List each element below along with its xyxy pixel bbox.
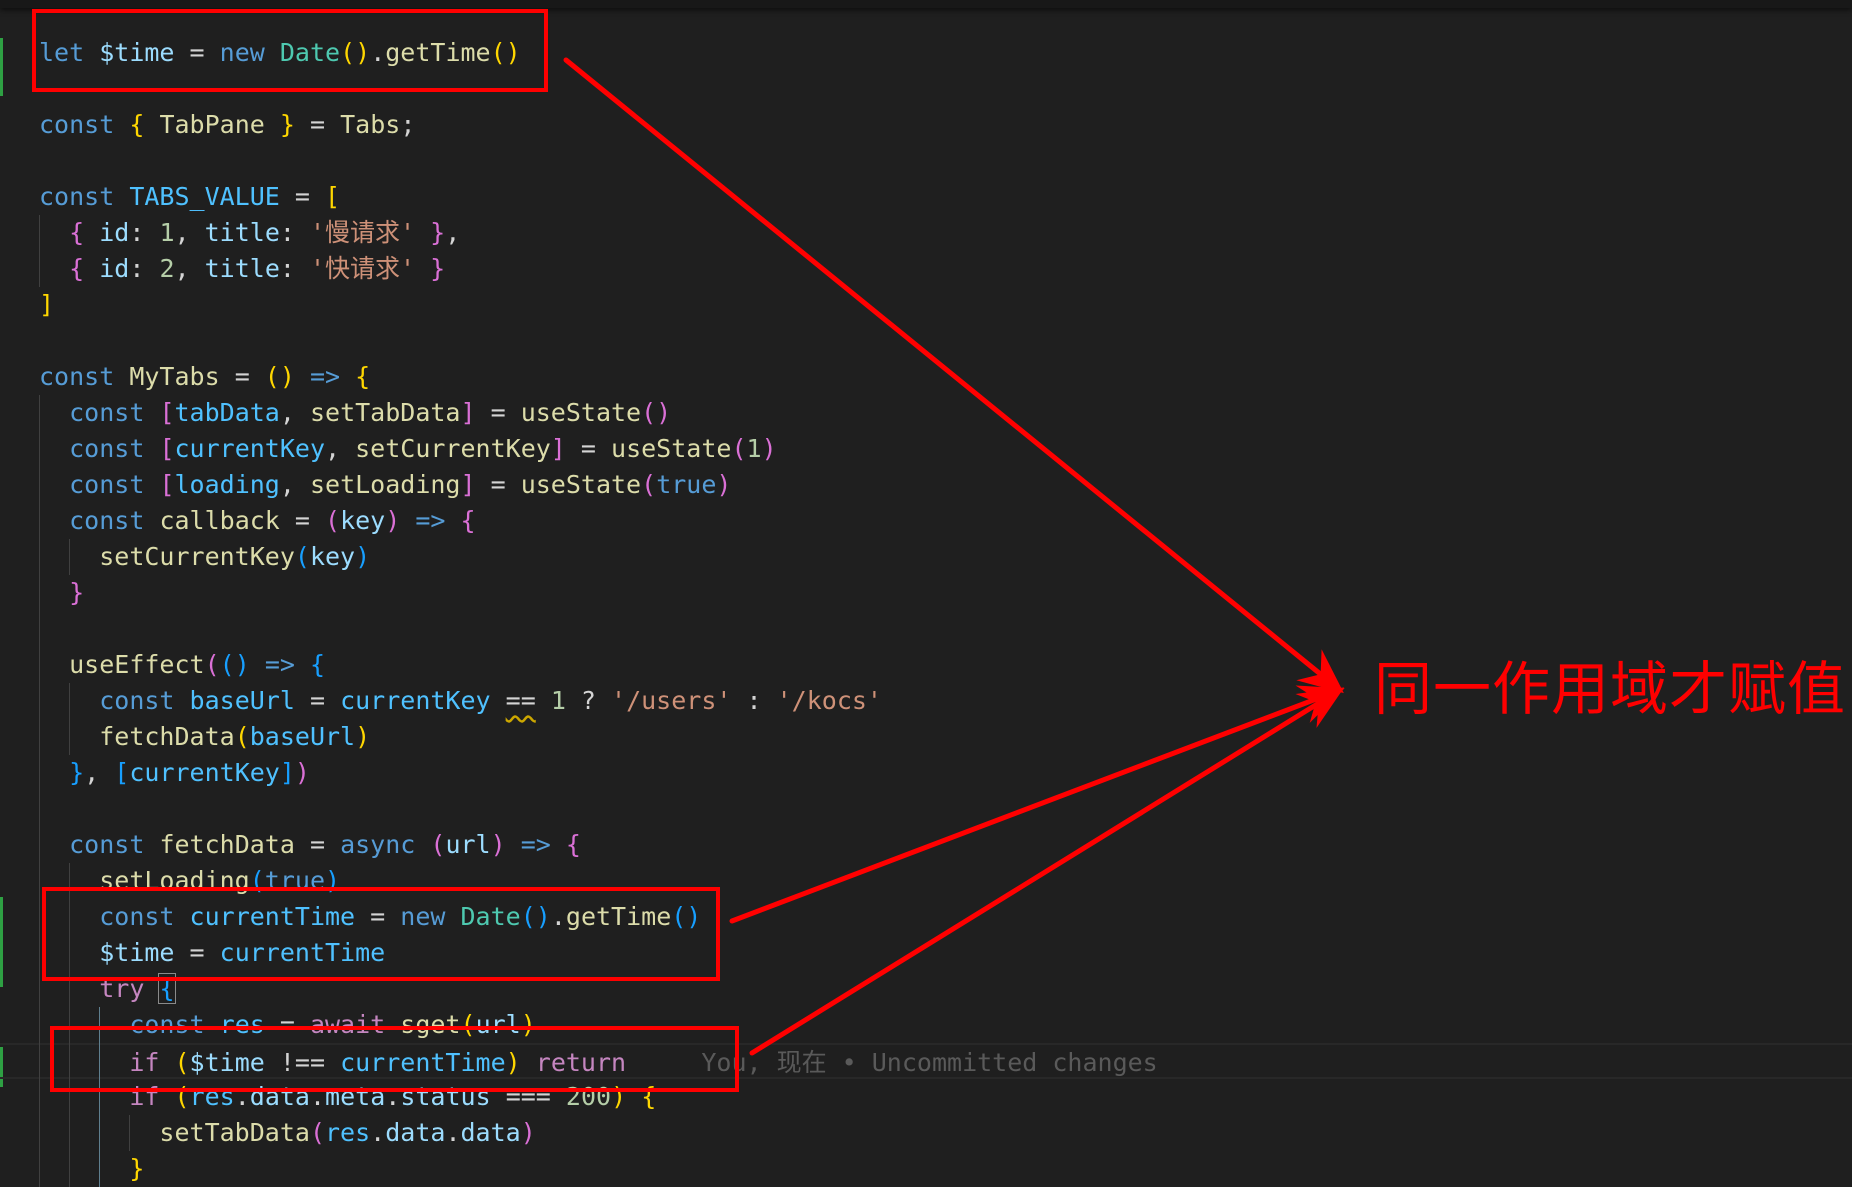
annotation-arrows bbox=[563, 57, 1345, 1056]
annotation-label: 同一作用域才赋值 bbox=[1374, 655, 1847, 723]
arrow-from-compare-time bbox=[749, 687, 1345, 1056]
arrow-from-assign-time bbox=[729, 685, 1345, 924]
arrow-from-let-time bbox=[563, 57, 1344, 694]
